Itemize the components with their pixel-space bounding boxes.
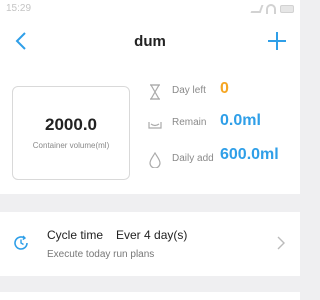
day-left-label: Day left [172,85,206,96]
add-button[interactable] [262,26,292,56]
container-volume-box[interactable]: 2000.0 Container volume(ml) [12,86,130,180]
next-row-peek [0,292,300,300]
status-bar: 15:29 [0,0,300,20]
daily-add-value: 600.0ml [220,146,279,163]
cycle-time-label: Cycle time [47,228,104,242]
status-icons [250,4,294,14]
container-volume-value: 2000.0 [45,115,97,134]
stat-day-left: Day left 0 [148,80,298,104]
stat-remain: Remain 0.0ml [148,112,298,136]
hourglass-icon [149,84,161,100]
stat-daily-add: Daily add 600.0ml [148,144,298,168]
remain-label: Remain [172,117,207,128]
cycle-clock-icon [14,235,28,250]
status-time: 15:29 [6,3,32,14]
plus-icon [268,32,286,50]
summary-card: 2000.0 Container volume(ml) Day left 0 R… [0,64,300,194]
cycle-time-row[interactable]: Cycle time Ever 4 day(s) Execute today r… [0,212,300,276]
container-volume-label: Container volume(ml) [32,141,110,150]
remain-value: 0.0ml [220,112,261,129]
nav-bar: dum [0,20,300,64]
page-title: dum [134,33,166,50]
wifi-icon [266,4,276,14]
signal-icon [250,5,264,13]
drop-icon [149,152,161,168]
tray-icon [148,122,162,129]
cycle-time-subtitle: Execute today run plans [47,249,155,260]
battery-icon [280,5,294,13]
cycle-time-value: Ever 4 day(s) [116,228,188,242]
chevron-right-icon [277,236,285,250]
daily-add-label: Daily add [172,153,214,164]
day-left-value: 0 [220,80,229,97]
